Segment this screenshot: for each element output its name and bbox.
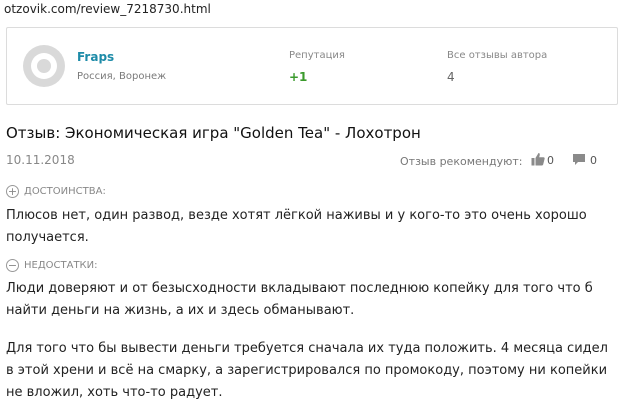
pros-label: ДОСТОИНСТВА:: [24, 186, 106, 197]
cons-text: Люди доверяют и от безысходности вкладыв…: [6, 281, 593, 318]
author-name-link[interactable]: Fraps: [77, 50, 114, 64]
review-title: Отзыв: Экономическая игра "Golden Tea" -…: [6, 124, 421, 142]
cons-heading: − НЕДОСТАТКИ:: [6, 259, 98, 272]
plus-circle-icon: +: [6, 185, 19, 198]
review-date: 10.11.2018: [6, 153, 75, 167]
cons-label: НЕДОСТАТКИ:: [24, 260, 98, 271]
default-avatar-icon[interactable]: [23, 45, 65, 87]
like-count: 0: [547, 154, 554, 167]
pros-text: Плюсов нет, один развод, везде хотят лёг…: [6, 208, 587, 245]
reputation-value: +1: [289, 70, 308, 84]
address-bar-url[interactable]: otzovik.com/review_7218730.html: [4, 2, 211, 16]
all-reviews-count[interactable]: 4: [447, 70, 455, 84]
review-body: Для того что бы вывести деньги требуется…: [6, 341, 608, 400]
comment-icon[interactable]: [572, 153, 586, 166]
author-location: Россия, Воронеж: [77, 71, 167, 82]
reputation-label: Репутация: [289, 50, 345, 61]
author-card: Fraps Россия, Воронеж Репутация +1 Все о…: [6, 27, 618, 105]
comment-count: 0: [590, 154, 597, 167]
thumbs-up-icon[interactable]: [531, 152, 545, 166]
all-reviews-label[interactable]: Все отзывы автора: [447, 50, 547, 61]
recommend-label: Отзыв рекомендуют:: [400, 155, 523, 168]
minus-circle-icon: −: [6, 259, 19, 272]
pros-heading: + ДОСТОИНСТВА:: [6, 185, 106, 198]
